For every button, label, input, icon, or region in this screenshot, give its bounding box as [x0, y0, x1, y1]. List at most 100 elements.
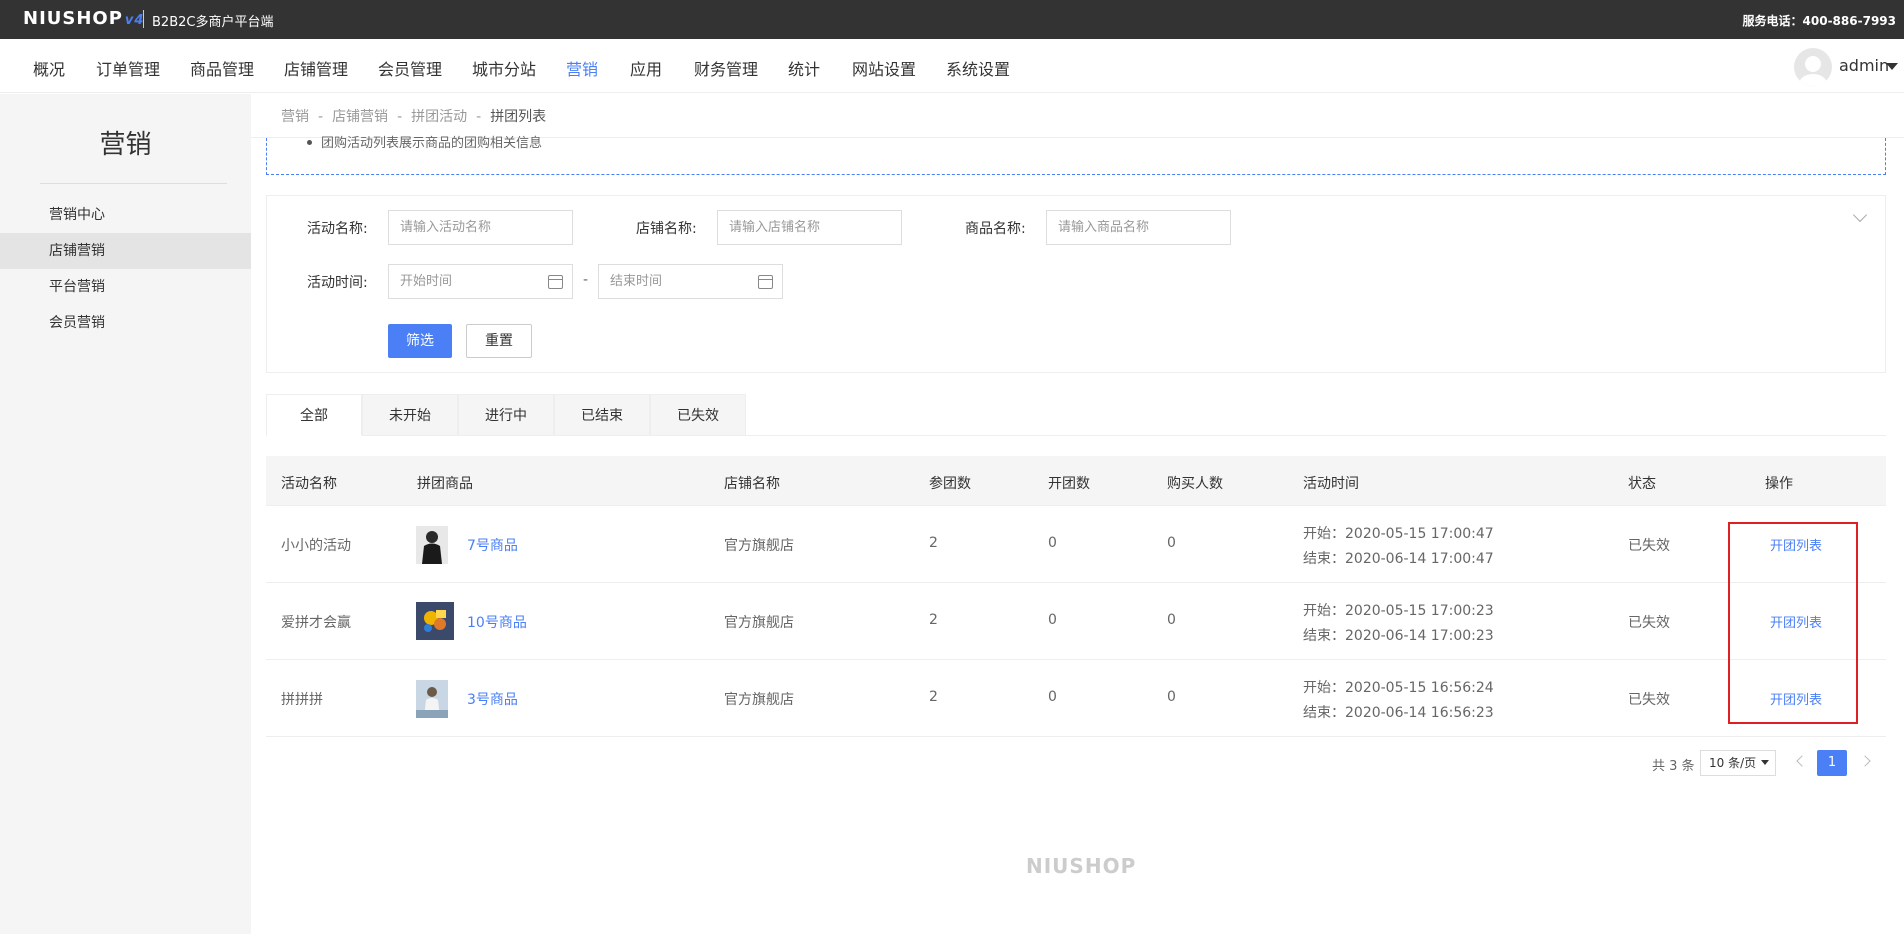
goods-name-label: 商品名称:	[965, 221, 1026, 237]
goods-thumbnail[interactable]	[416, 602, 454, 640]
shop-name: 官方旗舰店	[724, 538, 794, 554]
col-buyer-count: 购买人数	[1167, 476, 1223, 492]
caret-down-icon[interactable]	[1886, 63, 1898, 70]
join-count: 2	[929, 535, 938, 551]
nav-item-apps[interactable]: 应用	[630, 56, 662, 80]
nav-item-goods[interactable]: 商品管理	[190, 56, 254, 80]
sidebar-item-member-marketing[interactable]: 会员营销	[0, 305, 251, 341]
bullet-icon	[307, 140, 312, 145]
filter-panel: 活动名称: 请输入活动名称 店铺名称: 请输入店铺名称 商品名称: 请输入商品名…	[266, 195, 1886, 373]
goods-thumbnail[interactable]	[416, 680, 448, 718]
nav-item-members[interactable]: 会员管理	[378, 56, 442, 80]
chevron-down-icon[interactable]	[1852, 207, 1868, 223]
sidebar: 营销 营销中心 店铺营销 平台营销 会员营销	[0, 94, 251, 934]
page-size-select[interactable]: 10 条/页	[1700, 750, 1776, 776]
buyer-count: 0	[1167, 535, 1176, 551]
open-count: 0	[1048, 535, 1057, 551]
nav-item-orders[interactable]: 订单管理	[96, 56, 160, 80]
logo-divider	[143, 10, 144, 28]
tip-text: 团购活动列表展示商品的团购相关信息	[321, 136, 543, 151]
goods-link[interactable]: 7号商品	[467, 535, 518, 555]
col-open-count: 开团数	[1048, 476, 1090, 492]
open-count: 0	[1048, 612, 1057, 628]
breadcrumb-group-activity[interactable]: 拼团活动	[411, 109, 467, 125]
sidebar-item-marketing-center[interactable]: 营销中心	[0, 197, 251, 233]
action-highlight-box	[1728, 522, 1858, 724]
caret-down-icon	[1761, 760, 1769, 765]
breadcrumb: 营销 - 店铺营销 - 拼团活动 - 拼团列表	[281, 109, 547, 125]
page-current[interactable]: 1	[1817, 750, 1847, 776]
activity-start: 开始：2020-05-15 17:00:23	[1303, 603, 1494, 619]
shop-name-label: 店铺名称:	[636, 221, 697, 237]
open-count: 0	[1048, 689, 1057, 705]
platform-subtitle: B2B2C多商户平台端	[152, 15, 274, 30]
activity-name-label: 活动名称:	[307, 221, 368, 237]
search-button[interactable]: 筛选	[388, 324, 452, 358]
tab-ended[interactable]: 已结束	[554, 394, 650, 436]
goods-link[interactable]: 3号商品	[467, 689, 518, 709]
buyer-count: 0	[1167, 689, 1176, 705]
goods-name-input[interactable]: 请输入商品名称	[1046, 210, 1231, 245]
activity-time-label: 活动时间:	[307, 275, 368, 291]
status-tabs: 全部 未开始 进行中 已结束 已失效	[266, 394, 1886, 436]
nav-item-overview[interactable]: 概况	[33, 56, 65, 80]
range-separator: -	[583, 272, 589, 288]
breadcrumb-marketing[interactable]: 营销	[281, 109, 309, 125]
niushop-logo[interactable]: NIUSHOP v4	[23, 8, 144, 29]
table-row: 拼拼拼 3号商品 官方旗舰店 2 0 0 开始：2020-05-15 16:56…	[266, 660, 1886, 737]
breadcrumb-shop-marketing[interactable]: 店铺营销	[332, 109, 388, 125]
join-count: 2	[929, 689, 938, 705]
end-time-input[interactable]: 结束时间	[598, 264, 783, 299]
col-shop-name: 店铺名称	[724, 476, 780, 492]
tab-in-progress[interactable]: 进行中	[458, 394, 554, 436]
reset-button[interactable]: 重置	[466, 324, 532, 358]
goods-link[interactable]: 10号商品	[467, 612, 527, 632]
calendar-icon	[758, 275, 773, 289]
avatar[interactable]	[1794, 48, 1832, 86]
table-row: 小小的活动 7号商品 官方旗舰店 2 0 0 开始：2020-05-15 17:…	[266, 506, 1886, 583]
nav-item-city[interactable]: 城市分站	[472, 56, 536, 80]
chevron-right-icon[interactable]	[1859, 755, 1871, 767]
start-time-input[interactable]: 开始时间	[388, 264, 573, 299]
status-text: 已失效	[1628, 692, 1670, 708]
col-actions: 操作	[1765, 476, 1793, 492]
activity-name: 拼拼拼	[281, 692, 323, 708]
tab-expired[interactable]: 已失效	[650, 394, 746, 436]
sidebar-item-shop-marketing[interactable]: 店铺营销	[0, 233, 251, 269]
user-name[interactable]: admin	[1839, 56, 1889, 75]
nav-item-shops[interactable]: 店铺管理	[284, 56, 348, 80]
col-join-count: 参团数	[929, 476, 971, 492]
activity-end: 结束：2020-06-14 16:56:23	[1303, 705, 1494, 721]
shop-name: 官方旗舰店	[724, 615, 794, 631]
tip-box: 团购活动列表展示商品的团购相关信息	[266, 136, 1886, 175]
shop-name: 官方旗舰店	[724, 692, 794, 708]
nav-item-stats[interactable]: 统计	[788, 56, 820, 80]
nav-item-system-settings[interactable]: 系统设置	[946, 56, 1010, 80]
tab-all[interactable]: 全部	[266, 394, 362, 436]
sidebar-divider	[40, 183, 227, 184]
pagination-total: 共 3 条	[1652, 759, 1695, 774]
chevron-left-icon[interactable]	[1796, 755, 1808, 767]
status-text: 已失效	[1628, 538, 1670, 554]
sidebar-item-platform-marketing[interactable]: 平台营销	[0, 269, 251, 305]
nav-item-marketing[interactable]: 营销	[566, 56, 598, 80]
activity-start: 开始：2020-05-15 17:00:47	[1303, 526, 1494, 542]
col-activity-name: 活动名称	[281, 476, 337, 492]
shop-name-input[interactable]: 请输入店铺名称	[717, 210, 902, 245]
tab-not-started[interactable]: 未开始	[362, 394, 458, 436]
join-count: 2	[929, 612, 938, 628]
sidebar-title: 营销	[99, 130, 152, 160]
top-bar: NIUSHOP v4 B2B2C多商户平台端 服务电话：400-886-7993	[0, 0, 1904, 39]
service-phone: 服务电话：400-886-7993	[1742, 14, 1896, 28]
table-header: 活动名称 拼团商品 店铺名称 参团数 开团数 购买人数 活动时间 状态 操作	[266, 456, 1886, 506]
calendar-icon	[548, 275, 563, 289]
goods-thumbnail[interactable]	[416, 526, 448, 564]
table-row: 爱拼才会赢 10号商品 官方旗舰店 2 0 0 开始：2020-05-15 17…	[266, 583, 1886, 660]
activity-name: 爱拼才会赢	[281, 615, 351, 631]
col-group-goods: 拼团商品	[417, 476, 473, 492]
main-nav: 概况 订单管理 商品管理 店铺管理 会员管理 城市分站 营销 应用 财务管理 统…	[0, 39, 1904, 93]
nav-item-finance[interactable]: 财务管理	[694, 56, 758, 80]
buyer-count: 0	[1167, 612, 1176, 628]
activity-name-input[interactable]: 请输入活动名称	[388, 210, 573, 245]
nav-item-site-settings[interactable]: 网站设置	[852, 56, 916, 80]
